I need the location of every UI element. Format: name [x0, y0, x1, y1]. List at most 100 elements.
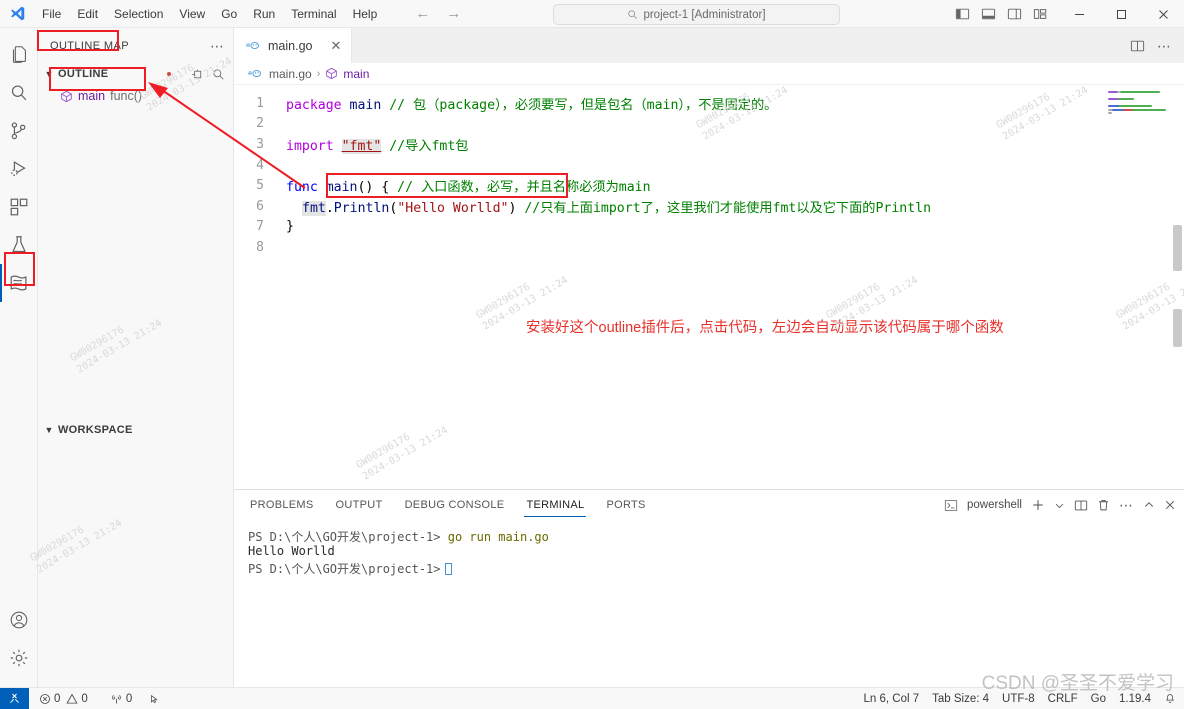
extensions-icon [10, 198, 27, 216]
activity-bar [0, 28, 38, 687]
panel-more-actions-icon[interactable]: ⋯ [1119, 498, 1134, 512]
status-go-build[interactable] [148, 693, 161, 705]
sidebar-item-run-and-debug[interactable] [0, 150, 38, 188]
code-line[interactable]: 6 fmt.Println("Hello Worlld") //只有上面impor… [234, 196, 1184, 217]
csdn-watermark: CSDN @圣圣不爱学习 [981, 673, 1174, 694]
split-editor-icon[interactable] [1130, 39, 1145, 53]
search-icon [11, 85, 26, 101]
pin-outline-icon[interactable] [191, 68, 204, 81]
close-button[interactable] [1142, 0, 1184, 28]
scrollbar-thumb-upper[interactable] [1173, 225, 1182, 271]
menu-view[interactable]: View [171, 4, 213, 24]
remote-indicator[interactable] [0, 687, 29, 709]
new-terminal-icon[interactable] [1031, 498, 1045, 512]
menu-terminal[interactable]: Terminal [283, 4, 344, 24]
editor-scrollbar[interactable] [1170, 85, 1184, 489]
close-panel-icon[interactable] [1164, 499, 1176, 511]
breadcrumb-symbol[interactable]: main [343, 67, 369, 81]
panel-actions: powershell ⋯ [944, 490, 1176, 520]
menu-go[interactable]: Go [213, 4, 245, 24]
code-line[interactable]: 7} [234, 217, 1184, 238]
scrollbar-thumb-lower[interactable] [1173, 309, 1182, 347]
code-token: //只有上面import了，这里我们才能使用fmt以及它下面的Println [516, 200, 932, 216]
go-back-icon[interactable]: ← [415, 6, 430, 21]
line-number: 7 [256, 219, 264, 235]
outline-map-icon [10, 275, 26, 291]
outline-item-main[interactable]: main func() [38, 85, 233, 107]
section-header-outline[interactable]: ▼ OUTLINE [38, 63, 233, 85]
terminal-output[interactable]: PS D:\个人\GO开发\project-1> go run main.go H… [234, 520, 1184, 687]
sidebar-item-accounts[interactable] [0, 601, 38, 639]
code-line[interactable]: 5 func main() { // 入口函数，必写，并且名称必须为main [234, 175, 1184, 196]
status-item[interactable]: Tab Size: 4 [932, 693, 989, 705]
breadcrumb-file[interactable]: main.go [269, 67, 312, 81]
title-bar: File Edit Selection View Go Run Terminal… [0, 0, 1184, 28]
minimap[interactable] [1106, 85, 1170, 489]
split-terminal-icon[interactable] [1074, 499, 1088, 512]
code-line[interactable]: 2 [234, 114, 1184, 135]
menu-edit[interactable]: Edit [69, 4, 106, 24]
line-number: 8 [256, 239, 264, 255]
chevron-down-icon: ▼ [44, 69, 54, 79]
terminal-dropdown-icon[interactable] [1054, 500, 1065, 511]
menu-help[interactable]: Help [345, 4, 386, 24]
code-text: } [286, 219, 294, 234]
sidebar-item-source-control[interactable] [0, 112, 38, 150]
toggle-panel-icon[interactable] [981, 7, 996, 21]
editor-more-actions-icon[interactable]: ⋯ [1157, 39, 1172, 53]
tab-output[interactable]: OUTPUT [334, 493, 385, 517]
code-line[interactable]: 4 [234, 155, 1184, 176]
code-editor[interactable]: 1 package main // 包（package），必须要写，但是包名（ma… [234, 85, 1184, 489]
code-token: //导入fmt包 [381, 138, 469, 154]
code-line[interactable]: 1 package main // 包（package），必须要写，但是包名（ma… [234, 93, 1184, 114]
code-token: import [286, 138, 342, 154]
sidebar-item-explorer[interactable] [0, 36, 38, 74]
sidebar-more-actions-icon[interactable]: ⋯ [210, 39, 225, 53]
status-item[interactable]: Ln 6, Col 7 [864, 693, 920, 705]
code-line[interactable]: 8 [234, 237, 1184, 258]
sidebar-item-search[interactable] [0, 74, 38, 112]
search-icon [628, 10, 638, 19]
ports-count: 0 [125, 692, 133, 705]
kill-terminal-icon[interactable] [1097, 498, 1110, 512]
terminal-command: go run main.go [440, 530, 549, 544]
editor-tabs: main.go ✕ ⋯ [234, 28, 1184, 63]
status-badge-errors[interactable]: 0 [39, 693, 60, 705]
menu-file[interactable]: File [34, 4, 69, 24]
terminal-line: PS D:\个人\GO开发\project-1> go run main.go [248, 528, 1184, 544]
toggle-primary-sidebar-icon[interactable] [955, 7, 970, 21]
code-line[interactable]: 3 import "fmt" //导入fmt包 [234, 134, 1184, 155]
quick-search-input[interactable]: project-1 [Administrator] [553, 4, 840, 25]
go-forward-icon[interactable]: → [446, 6, 461, 21]
tab-main-go[interactable]: main.go ✕ [234, 28, 353, 63]
menu-run[interactable]: Run [245, 4, 283, 24]
sidebar-item-outline-map[interactable] [0, 264, 38, 302]
watermark: GW00296176 2024-03-13 21:24 [28, 517, 124, 576]
status-badge-warnings[interactable]: 0 [66, 692, 88, 705]
tab-debug-console[interactable]: DEBUG CONSOLE [403, 493, 507, 517]
toggle-secondary-sidebar-icon[interactable] [1007, 7, 1022, 21]
search-outline-icon[interactable] [212, 68, 225, 81]
maximize-panel-icon[interactable] [1143, 499, 1155, 511]
customize-layout-icon[interactable] [1033, 7, 1048, 21]
status-badge-ports[interactable]: 0 [110, 693, 132, 705]
sidebar-item-extensions[interactable] [0, 188, 38, 226]
warnings-count: 0 [81, 692, 88, 705]
code-token: main [349, 97, 382, 113]
minimize-button[interactable] [1058, 0, 1100, 28]
sidebar-item-testing[interactable] [0, 226, 38, 264]
code-token: Println [333, 200, 390, 216]
terminal-shell-name[interactable]: powershell [967, 499, 1022, 511]
breadcrumb-go-file-icon [248, 68, 264, 79]
tab-ports[interactable]: PORTS [604, 493, 647, 517]
menu-selection[interactable]: Selection [106, 4, 171, 24]
errors-count: 0 [54, 692, 61, 705]
tab-terminal[interactable]: TERMINAL [524, 493, 587, 517]
maximize-button[interactable] [1100, 0, 1142, 28]
section-header-workspace[interactable]: ▼ WORKSPACE [38, 419, 233, 441]
tab-problems[interactable]: PROBLEMS [248, 493, 316, 517]
sidebar-item-manage[interactable] [0, 639, 38, 677]
layout-controls [955, 7, 1058, 21]
tab-close-icon[interactable]: ✕ [330, 38, 341, 54]
primary-sidebar: OUTLINE MAP ⋯ ▼ OUTLINE main func() ▼ WO… [28, 28, 234, 687]
